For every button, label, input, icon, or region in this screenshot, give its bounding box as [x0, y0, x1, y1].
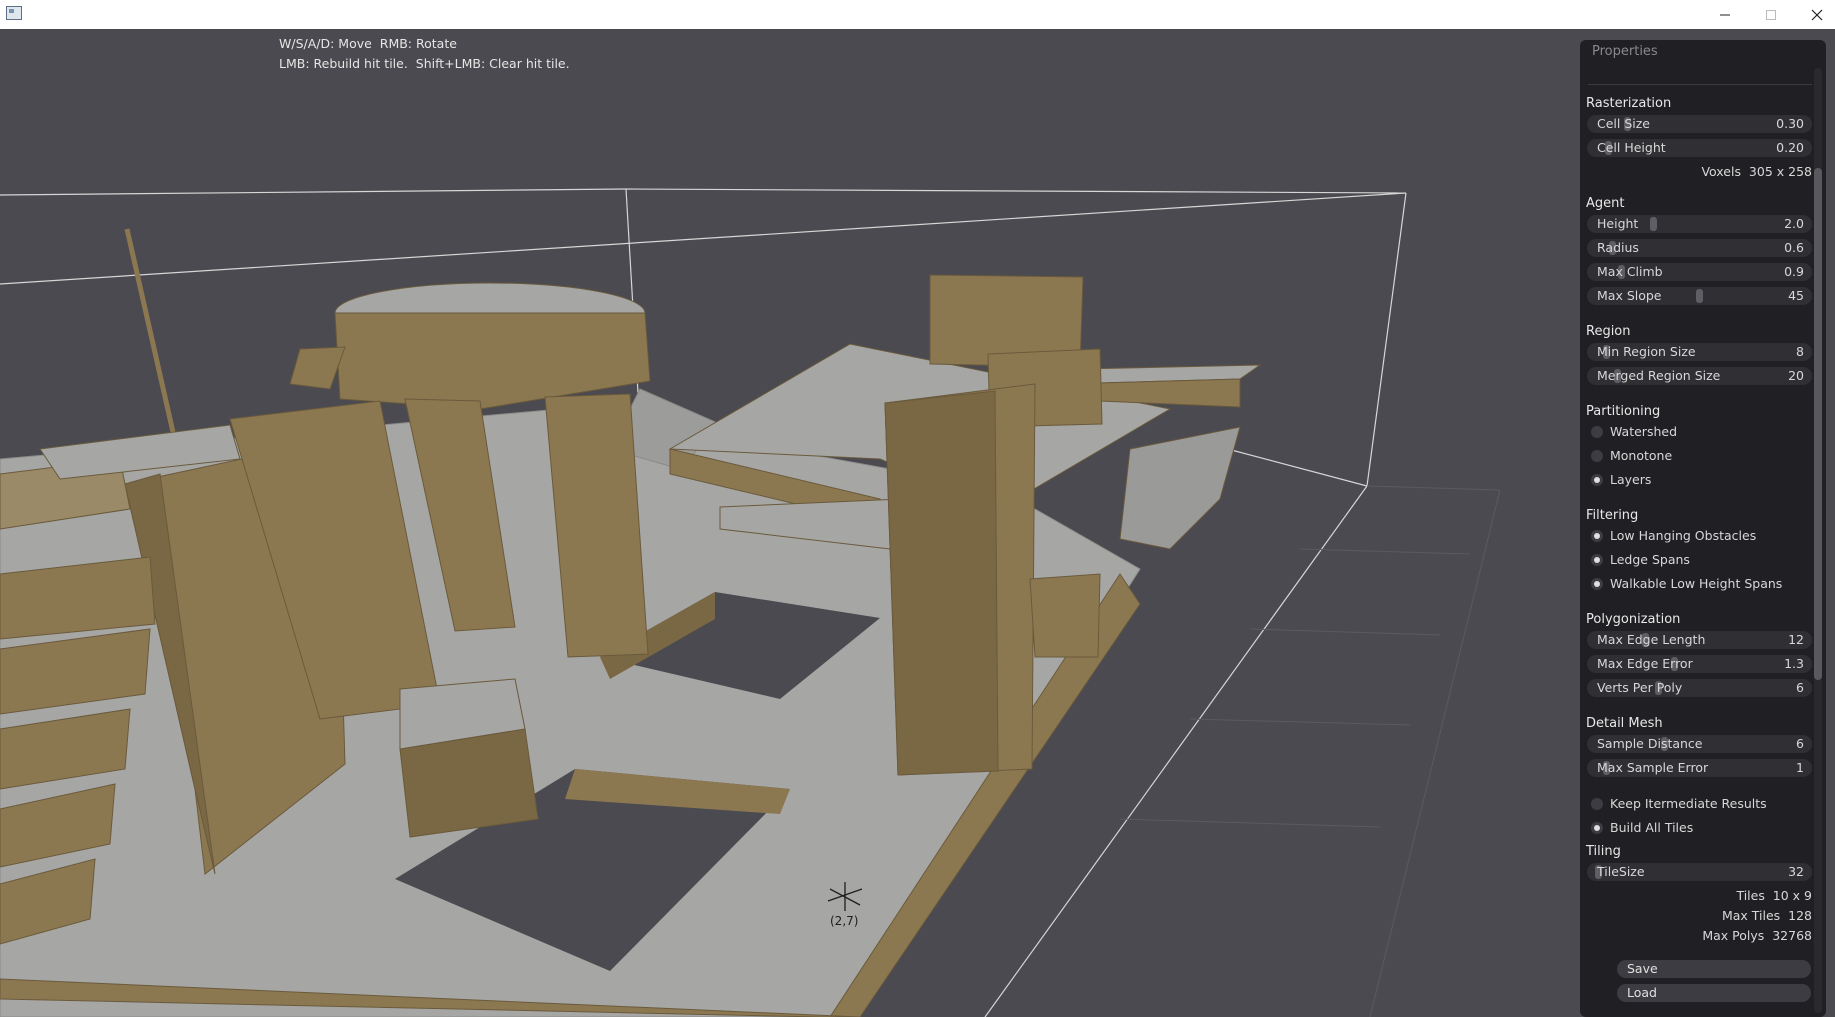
section-agent: Agent [1586, 196, 1625, 211]
slider-thumb[interactable] [1650, 217, 1658, 231]
max-tiles-info: Max Tiles 128 [1721, 908, 1812, 923]
radio-label: Monotone [1610, 448, 1673, 463]
radio-label: Watershed [1610, 424, 1678, 439]
slider-label: Verts Per Poly [1597, 680, 1683, 695]
verts-per-poly-slider[interactable]: Verts Per Poly 6 [1587, 679, 1812, 697]
radio-indicator [1591, 474, 1603, 486]
checkbox-indicator [1591, 798, 1603, 810]
slider-label: Max Sample Error [1597, 760, 1709, 775]
slider-label: Sample Distance [1597, 736, 1703, 751]
tile-size-slider[interactable]: TileSize 32 [1587, 863, 1812, 881]
slider-value: 0.6 [1784, 240, 1804, 255]
close-button[interactable] [1794, 0, 1835, 29]
minimize-icon [1720, 14, 1730, 15]
section-partitioning: Partitioning [1586, 404, 1661, 419]
checkbox-label: Low Hanging Obstacles [1610, 528, 1757, 543]
navmesh-scene [0, 188, 1501, 1017]
save-button[interactable]: Save [1617, 960, 1811, 978]
slider-value: 8 [1796, 344, 1804, 359]
checkbox-indicator [1591, 822, 1603, 834]
slider-label: Max Edge Length [1597, 632, 1706, 647]
slider-thumb[interactable] [1695, 289, 1703, 303]
slider-label: Max Slope [1597, 288, 1662, 303]
min-region-size-slider[interactable]: Min Region Size 8 [1587, 343, 1812, 361]
section-detail-mesh: Detail Mesh [1586, 716, 1663, 731]
slider-label: TileSize [1597, 864, 1645, 879]
close-icon [1811, 9, 1823, 20]
tile-coordinate-label: (2,7) [830, 914, 859, 928]
slider-label: Radius [1597, 240, 1639, 255]
maximize-button[interactable] [1748, 0, 1794, 29]
slider-label: Height [1597, 216, 1639, 231]
max-sample-error-slider[interactable]: Max Sample Error 1 [1587, 759, 1812, 777]
scrollbar-thumb[interactable] [1814, 168, 1822, 680]
slider-value: 12 [1788, 632, 1804, 647]
agent-height-slider[interactable]: Height 2.0 [1587, 215, 1812, 233]
slider-value: 20 [1788, 368, 1804, 383]
title-bar [0, 0, 1835, 29]
section-region: Region [1586, 324, 1631, 339]
maximize-icon [1766, 9, 1776, 20]
slider-label: Min Region Size [1597, 344, 1696, 359]
max-edge-length-slider[interactable]: Max Edge Length 12 [1587, 631, 1812, 649]
save-button-label: Save [1627, 961, 1658, 976]
section-tiling: Tiling [1586, 844, 1621, 859]
checkbox-indicator [1591, 578, 1603, 590]
slider-label: Cell Height [1597, 140, 1666, 155]
slider-label: Max Edge Error [1597, 656, 1693, 671]
voxels-info: Voxels 305 x 258 [1701, 164, 1812, 179]
panel-scrollbar[interactable] [1814, 68, 1822, 1013]
slider-value: 2.0 [1784, 216, 1804, 231]
section-filtering: Filtering [1586, 508, 1639, 523]
sample-distance-slider[interactable]: Sample Distance 6 [1587, 735, 1812, 753]
slider-value: 0.30 [1776, 116, 1804, 131]
section-polygonization: Polygonization [1586, 612, 1681, 627]
max-slope-slider[interactable]: Max Slope 45 [1587, 287, 1812, 305]
app-icon [6, 6, 22, 20]
slider-value: 32 [1788, 864, 1804, 879]
max-polys-info: Max Polys 32768 [1702, 928, 1812, 943]
cell-size-slider[interactable]: Cell Size 0.30 [1587, 115, 1812, 133]
agent-radius-slider[interactable]: Radius 0.6 [1587, 239, 1812, 257]
checkbox-indicator [1591, 554, 1603, 566]
radio-indicator [1591, 426, 1603, 438]
3d-viewport[interactable]: W/S/A/D: Move RMB: Rotate LMB: Rebuild h… [0, 29, 1835, 1017]
load-button[interactable]: Load [1617, 984, 1811, 1002]
help-text-move: W/S/A/D: Move RMB: Rotate [279, 36, 457, 51]
slider-label: Merged Region Size [1597, 368, 1721, 383]
radio-indicator [1591, 450, 1603, 462]
max-climb-slider[interactable]: Max Climb 0.9 [1587, 263, 1812, 281]
slider-label: Max Climb [1597, 264, 1663, 279]
panel-title: Properties [1592, 44, 1658, 59]
help-text-rebuild: LMB: Rebuild hit tile. Shift+LMB: Clear … [279, 56, 570, 71]
tiles-info: Tiles 10 x 9 [1736, 888, 1812, 903]
radio-label: Layers [1610, 472, 1652, 487]
checkbox-label: Build All Tiles [1610, 820, 1694, 835]
slider-label: Cell Size [1597, 116, 1650, 131]
cell-height-slider[interactable]: Cell Height 0.20 [1587, 139, 1812, 157]
slider-value: 1.3 [1784, 656, 1804, 671]
properties-panel: Properties Rasterization Cell Size 0.30 … [1580, 40, 1826, 1017]
slider-value: 1 [1796, 760, 1804, 775]
minimize-button[interactable] [1702, 0, 1748, 29]
slider-value: 0.20 [1776, 140, 1804, 155]
slider-value: 45 [1788, 288, 1804, 303]
title-divider [1588, 84, 1812, 85]
slider-value: 6 [1796, 680, 1804, 695]
checkbox-label: Walkable Low Height Spans [1610, 576, 1783, 591]
max-edge-error-slider[interactable]: Max Edge Error 1.3 [1587, 655, 1812, 673]
checkbox-indicator [1591, 530, 1603, 542]
merged-region-size-slider[interactable]: Merged Region Size 20 [1587, 367, 1812, 385]
slider-value: 6 [1796, 736, 1804, 751]
checkbox-label: Keep Itermediate Results [1610, 796, 1767, 811]
load-button-label: Load [1627, 985, 1657, 1000]
section-rasterization: Rasterization [1586, 96, 1672, 111]
slider-value: 0.9 [1784, 264, 1804, 279]
checkbox-label: Ledge Spans [1610, 552, 1690, 567]
